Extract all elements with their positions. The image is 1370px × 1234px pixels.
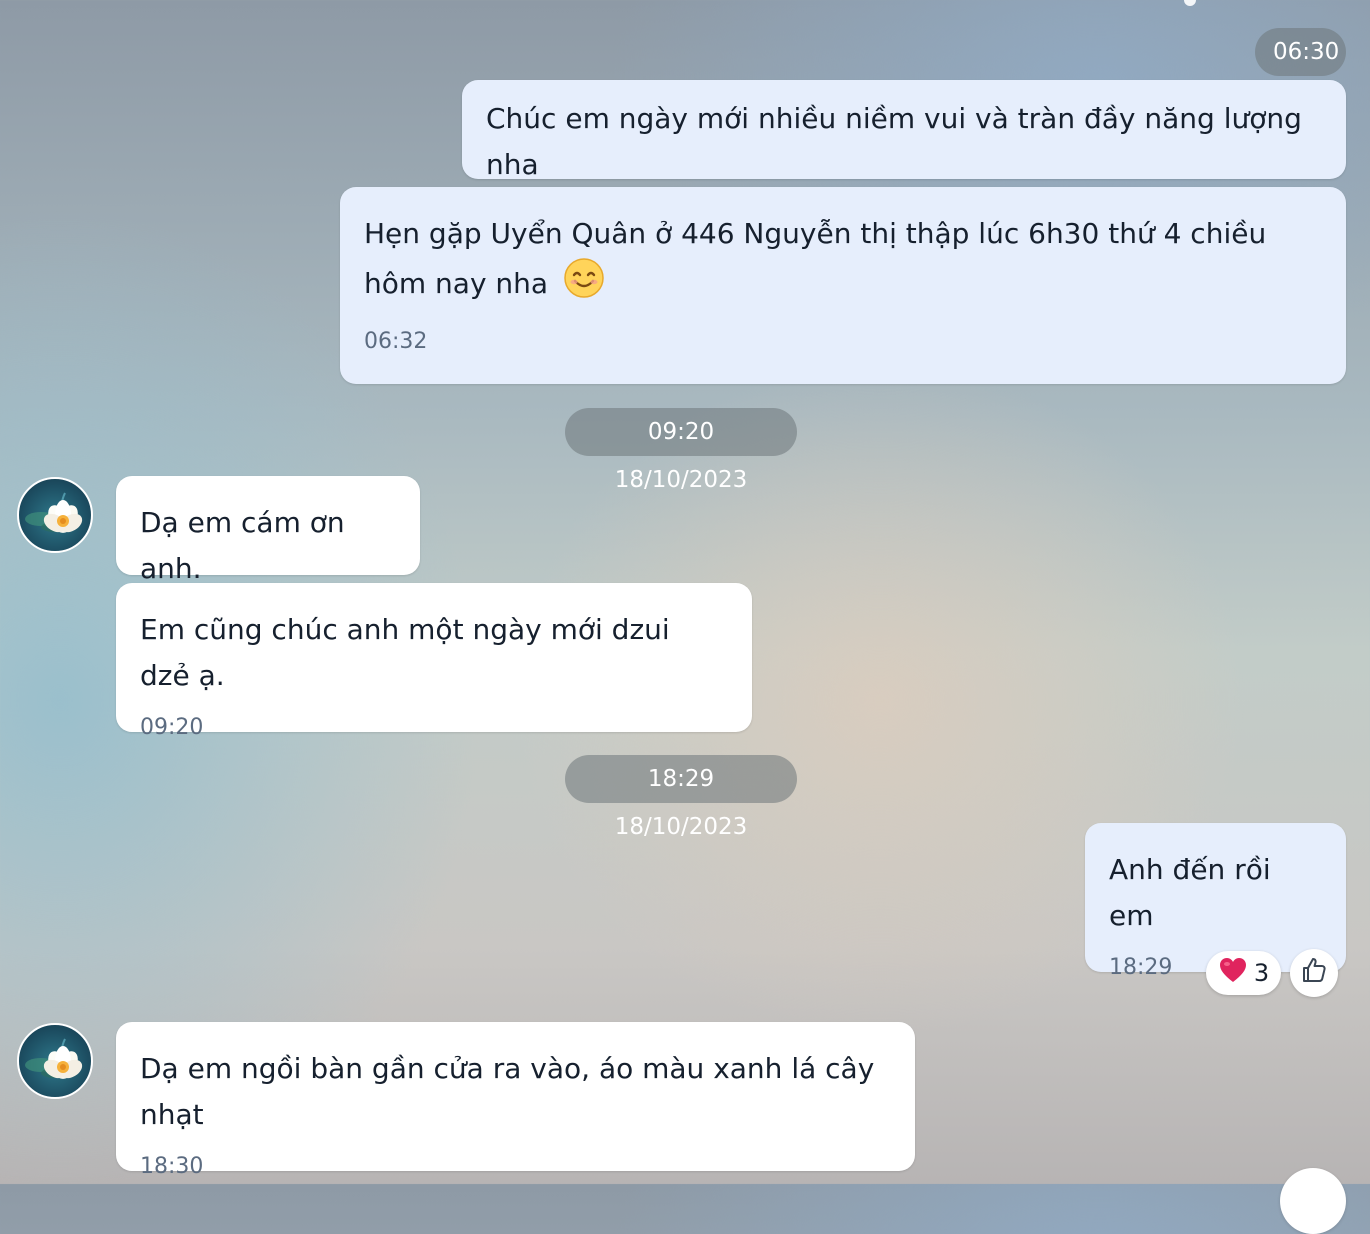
top-indicator-dot — [1184, 0, 1196, 6]
lotus-avatar-image — [25, 492, 83, 533]
outgoing-message[interactable]: Hẹn gặp Uyển Quân ở 446 Nguyễn thị thập … — [340, 187, 1346, 384]
date-separator: 09:20 18/10/2023 — [565, 408, 797, 493]
smiling-face-emoji — [563, 257, 605, 313]
reaction-badge[interactable]: 3 — [1206, 951, 1281, 995]
time-pill: 06:30 — [1255, 28, 1346, 76]
message-time: 18:30 — [140, 1154, 204, 1179]
message-text: Dạ em cám ơn anh. — [140, 506, 345, 585]
outgoing-message[interactable]: Chúc em ngày mới nhiều niềm vui và tràn … — [462, 80, 1346, 181]
incoming-message[interactable]: Dạ em cám ơn anh. — [116, 476, 420, 585]
scroll-to-bottom-button[interactable] — [1280, 1168, 1346, 1234]
contact-avatar[interactable] — [17, 477, 93, 553]
contact-avatar[interactable] — [17, 1023, 93, 1099]
incoming-message[interactable]: Dạ em ngồi bàn gần cửa ra vào, áo màu xa… — [116, 1022, 915, 1179]
message-text: Hẹn gặp Uyển Quân ở 446 Nguyễn thị thập … — [364, 217, 1267, 300]
message-text: Em cũng chúc anh một ngày mới dzui dzẻ ạ… — [140, 613, 670, 692]
date-separator: 18:29 18/10/2023 — [565, 755, 797, 840]
lotus-avatar-image — [25, 1038, 83, 1079]
message-text: Chúc em ngày mới nhiều niềm vui và tràn … — [486, 102, 1302, 181]
reaction-count: 3 — [1253, 959, 1270, 987]
incoming-message[interactable]: Em cũng chúc anh một ngày mới dzui dzẻ ạ… — [116, 583, 752, 740]
message-text: Anh đến rồi em — [1109, 853, 1271, 932]
heart-icon — [1218, 956, 1248, 990]
thumbs-up-icon — [1300, 956, 1328, 990]
message-time: 09:20 — [140, 715, 204, 740]
message-text: Dạ em ngồi bàn gần cửa ra vào, áo màu xa… — [140, 1052, 875, 1131]
like-button[interactable] — [1290, 949, 1338, 997]
message-time: 06:32 — [364, 329, 428, 354]
